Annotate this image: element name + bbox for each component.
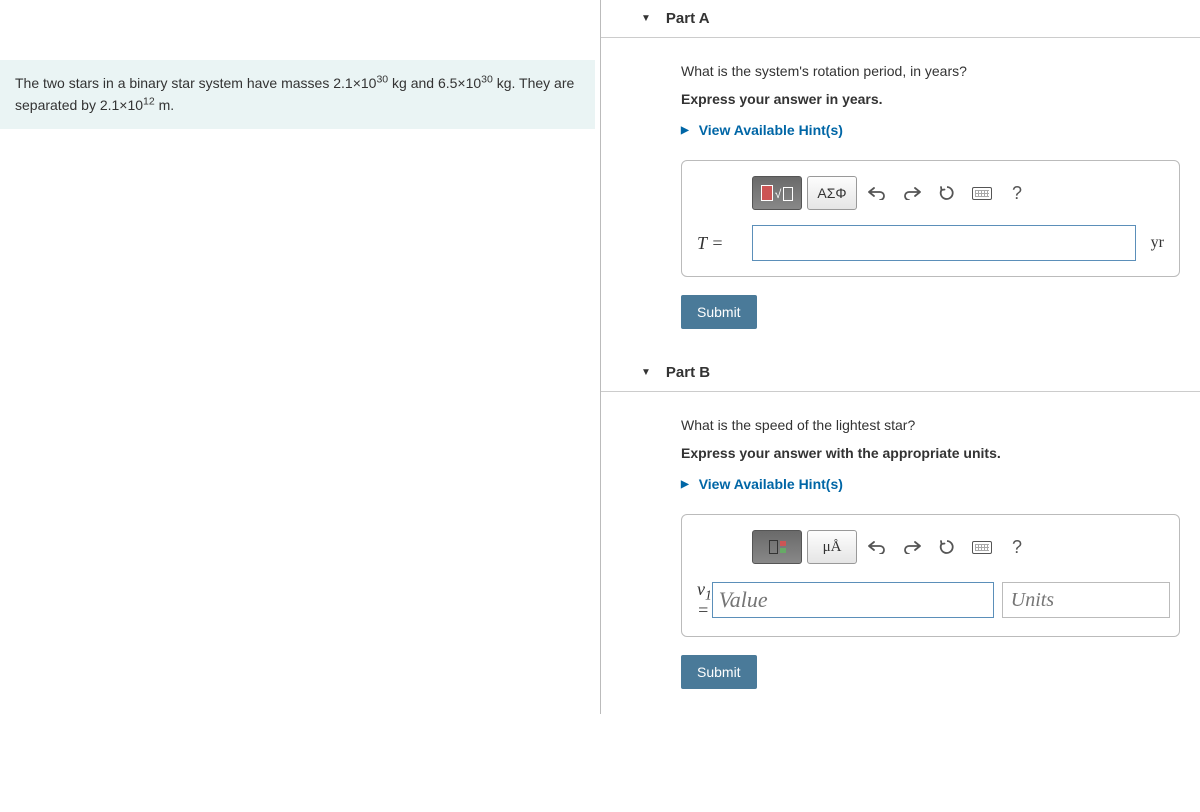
part-b-variable: v1 = — [697, 579, 712, 621]
keyboard-button[interactable] — [967, 177, 997, 209]
part-b-title: Part B — [666, 364, 710, 381]
redo-button[interactable] — [897, 177, 927, 209]
part-b-units-input[interactable] — [1002, 582, 1170, 618]
part-a-unit: yr — [1151, 234, 1164, 252]
part-b-value-input[interactable] — [712, 582, 994, 618]
units-button[interactable]: μÅ — [807, 530, 857, 564]
value-template-icon — [769, 540, 786, 554]
part-a-answer-input[interactable] — [752, 225, 1136, 261]
part-a: ▼ Part A What is the system's rotation p… — [601, 0, 1200, 354]
problem-statement: The two stars in a binary star system ha… — [0, 60, 595, 129]
part-b-hints-toggle[interactable]: ▶ View Available Hint(s) — [681, 476, 1180, 492]
hints-label: View Available Hint(s) — [699, 122, 843, 138]
help-button[interactable]: ? — [1002, 531, 1032, 563]
hints-label: View Available Hint(s) — [699, 476, 843, 492]
reset-button[interactable] — [932, 177, 962, 209]
part-b-instruction: Express your answer with the appropriate… — [681, 445, 1180, 461]
greek-button[interactable]: ΑΣΦ — [807, 176, 857, 210]
part-a-toolbar: √ ΑΣΦ — [752, 176, 1164, 210]
chevron-down-icon: ▼ — [641, 367, 651, 378]
undo-button[interactable] — [862, 531, 892, 563]
part-a-question: What is the system's rotation period, in… — [681, 63, 1180, 79]
part-b-toolbar: μÅ ? — [752, 530, 1164, 564]
keyboard-icon — [972, 541, 992, 554]
part-a-submit-button[interactable]: Submit — [681, 295, 757, 329]
part-b: ▼ Part B What is the speed of the lighte… — [601, 354, 1200, 714]
part-a-variable: T = — [697, 233, 752, 254]
part-b-answer-box: μÅ ? — [681, 514, 1180, 637]
part-b-header[interactable]: ▼ Part B — [601, 354, 1200, 392]
fraction-sqrt-icon: √ — [761, 185, 794, 201]
units-icon-label: μÅ — [823, 539, 842, 556]
chevron-right-icon: ▶ — [681, 479, 689, 490]
part-a-header[interactable]: ▼ Part A — [601, 0, 1200, 38]
templates-button[interactable] — [752, 530, 802, 564]
part-a-title: Part A — [666, 10, 710, 27]
part-b-submit-button[interactable]: Submit — [681, 655, 757, 689]
part-a-answer-box: √ ΑΣΦ — [681, 160, 1180, 277]
keyboard-button[interactable] — [967, 531, 997, 563]
templates-button[interactable]: √ — [752, 176, 802, 210]
reset-button[interactable] — [932, 531, 962, 563]
part-b-question: What is the speed of the lightest star? — [681, 417, 1180, 433]
redo-button[interactable] — [897, 531, 927, 563]
undo-button[interactable] — [862, 177, 892, 209]
help-button[interactable]: ? — [1002, 177, 1032, 209]
keyboard-icon — [972, 187, 992, 200]
chevron-down-icon: ▼ — [641, 13, 651, 24]
part-a-hints-toggle[interactable]: ▶ View Available Hint(s) — [681, 122, 1180, 138]
chevron-right-icon: ▶ — [681, 125, 689, 136]
part-a-instruction: Express your answer in years. — [681, 91, 1180, 107]
